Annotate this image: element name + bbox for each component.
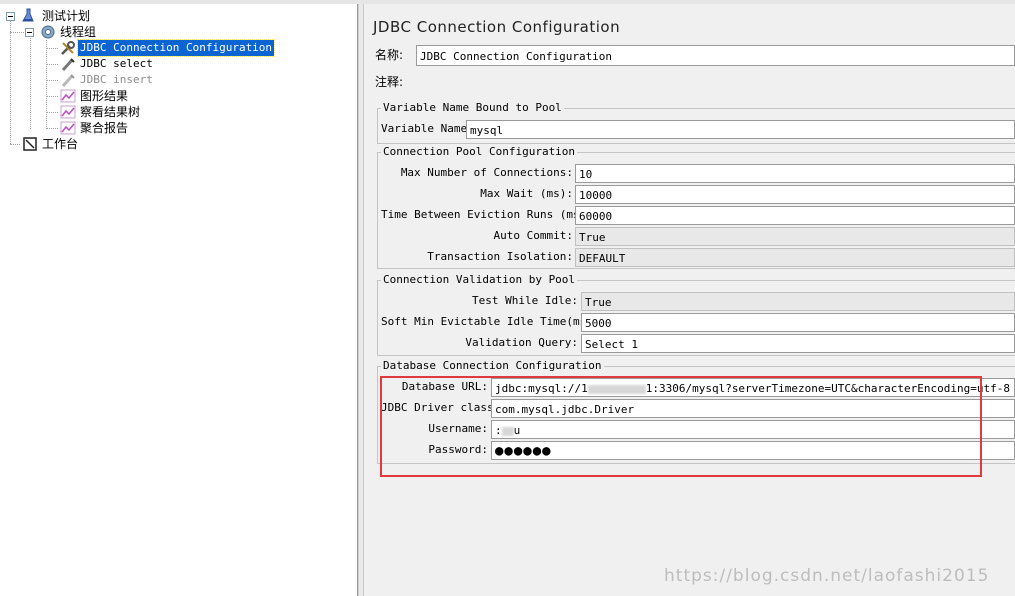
tree-item-label: JDBC insert [80, 73, 153, 86]
transaction-isolation-select[interactable]: DEFAULT [575, 248, 1015, 267]
tree-line [46, 64, 58, 65]
tree-item-aggregate-report[interactable]: 聚合报告 [78, 120, 130, 136]
highlight-box [380, 376, 982, 477]
tree-line [46, 40, 47, 129]
max-wait-field[interactable]: 10000 [575, 185, 1015, 204]
test-while-idle-label: Test While Idle: [472, 294, 578, 307]
variable-name-group-legend: Variable Name Bound to Pool [381, 101, 564, 114]
tree-item-label: 图形结果 [80, 89, 129, 103]
tree-item-label: 察看结果树 [80, 105, 141, 119]
workbench-icon [23, 137, 37, 151]
soft-min-evictable-label: Soft Min Evictable Idle Time(ms): [381, 315, 600, 328]
tree-item-jdbc-insert[interactable]: JDBC insert [78, 72, 155, 88]
variable-name-field[interactable]: mysql [466, 120, 1015, 139]
database-connection-group-legend: Database Connection Configuration [381, 359, 604, 372]
tree-item-label: 测试计划 [42, 9, 91, 23]
graph-icon [60, 89, 76, 103]
validation-query-field[interactable]: Select 1 [581, 334, 1015, 353]
max-connections-label: Max Number of Connections: [400, 166, 573, 179]
tree-line [46, 96, 58, 97]
tree-item-test-plan[interactable]: 测试计划 [40, 8, 92, 24]
tree-item-jdbc-select[interactable]: JDBC select [78, 56, 155, 72]
variable-name-label: Variable Name: [381, 122, 474, 135]
tree-item-view-results-tree[interactable]: 察看结果树 [78, 104, 142, 120]
tree-item-workbench[interactable]: 工作台 [40, 136, 80, 152]
tree-line [10, 144, 20, 145]
test-while-idle-select[interactable]: True [581, 292, 1015, 311]
tree-item-label: JDBC Connection Configuration [76, 39, 276, 57]
panel-title: JDBC Connection Configuration [373, 18, 621, 36]
name-field[interactable]: JDBC Connection Configuration [416, 45, 1015, 66]
soft-min-evictable-field[interactable]: 5000 [581, 313, 1015, 332]
validation-query-label: Validation Query: [465, 336, 578, 349]
tree-line [46, 112, 58, 113]
pipette-icon [61, 58, 75, 72]
collapse-toggle-icon[interactable] [6, 12, 15, 21]
name-label: 名称: [375, 48, 404, 62]
test-plan-tree[interactable]: 测试计划 线程组 JDBC Connection Configuration J… [0, 4, 358, 596]
tree-item-thread-group[interactable]: 线程组 [58, 24, 98, 40]
wrench-icon [61, 41, 75, 55]
max-connections-field[interactable]: 10 [575, 164, 1015, 183]
gear-icon [41, 25, 55, 39]
tree-line [46, 80, 58, 81]
eviction-runs-label: Time Between Eviction Runs (ms): [381, 208, 593, 221]
comment-label: 注释: [375, 75, 404, 89]
eviction-runs-field[interactable]: 60000 [575, 206, 1015, 225]
tree-item-graph-results[interactable]: 图形结果 [78, 88, 130, 104]
tree-item-label: 线程组 [60, 25, 97, 39]
tree-item-label: 聚合报告 [80, 121, 129, 135]
tree-item-label: JDBC select [80, 57, 153, 70]
auto-commit-select[interactable]: True [575, 227, 1015, 246]
graph-icon [60, 121, 76, 135]
validation-group-legend: Connection Validation by Pool [381, 273, 578, 286]
tree-line [10, 16, 11, 144]
max-wait-label: Max Wait (ms): [480, 187, 573, 200]
test-plan-icon [22, 8, 34, 22]
tree-item-jdbc-connection-configuration[interactable]: JDBC Connection Configuration [76, 39, 276, 57]
tree-line [30, 34, 31, 129]
auto-commit-label: Auto Commit: [493, 229, 573, 242]
graph-icon [60, 105, 76, 119]
connection-pool-group-legend: Connection Pool Configuration [381, 145, 578, 158]
tree-item-label: 工作台 [42, 137, 79, 151]
collapse-toggle-icon[interactable] [25, 28, 34, 37]
pipette-icon [61, 74, 75, 88]
comment-field[interactable] [410, 70, 1015, 94]
tree-line [46, 48, 58, 49]
watermark: https://blog.csdn.net/laofashi2015 [664, 566, 990, 586]
tree-line [46, 128, 58, 129]
transaction-isolation-label: Transaction Isolation: [427, 250, 573, 263]
